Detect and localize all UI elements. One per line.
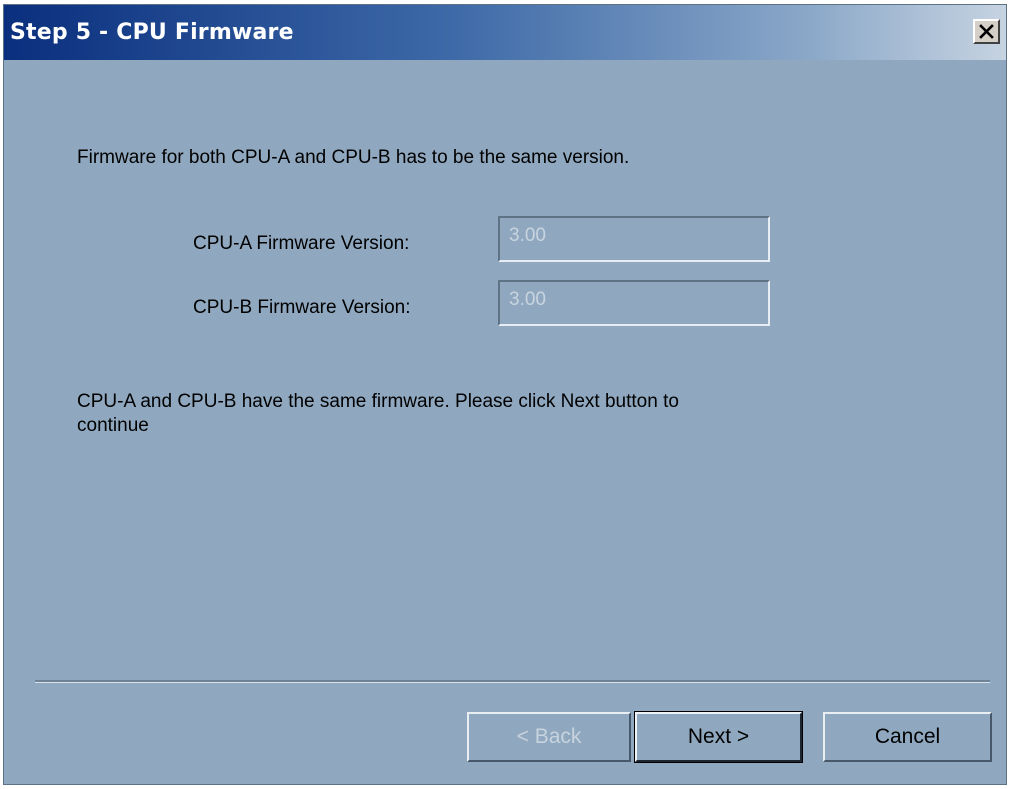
button-separator xyxy=(35,680,990,683)
window-title: Step 5 - CPU Firmware xyxy=(10,20,294,45)
next-button[interactable]: Next > xyxy=(634,711,803,763)
wizard-dialog: Step 5 - CPU Firmware Firmware for both … xyxy=(3,4,1007,785)
close-icon xyxy=(979,24,994,39)
title-bar[interactable]: Step 5 - CPU Firmware xyxy=(4,5,1006,60)
cancel-button[interactable]: Cancel xyxy=(823,712,992,762)
intro-text: Firmware for both CPU-A and CPU-B has to… xyxy=(77,147,630,168)
cpu-a-firmware-label: CPU-A Firmware Version: xyxy=(193,233,410,254)
close-button[interactable] xyxy=(973,19,1000,44)
cpu-b-firmware-field[interactable]: 3.00 xyxy=(498,280,770,326)
status-message-line2: continue xyxy=(77,415,149,436)
cpu-a-firmware-field[interactable]: 3.00 xyxy=(498,216,770,262)
status-message-line1: CPU-A and CPU-B have the same firmware. … xyxy=(77,391,679,412)
back-button[interactable]: < Back xyxy=(467,712,631,762)
cpu-b-firmware-label: CPU-B Firmware Version: xyxy=(193,297,411,318)
